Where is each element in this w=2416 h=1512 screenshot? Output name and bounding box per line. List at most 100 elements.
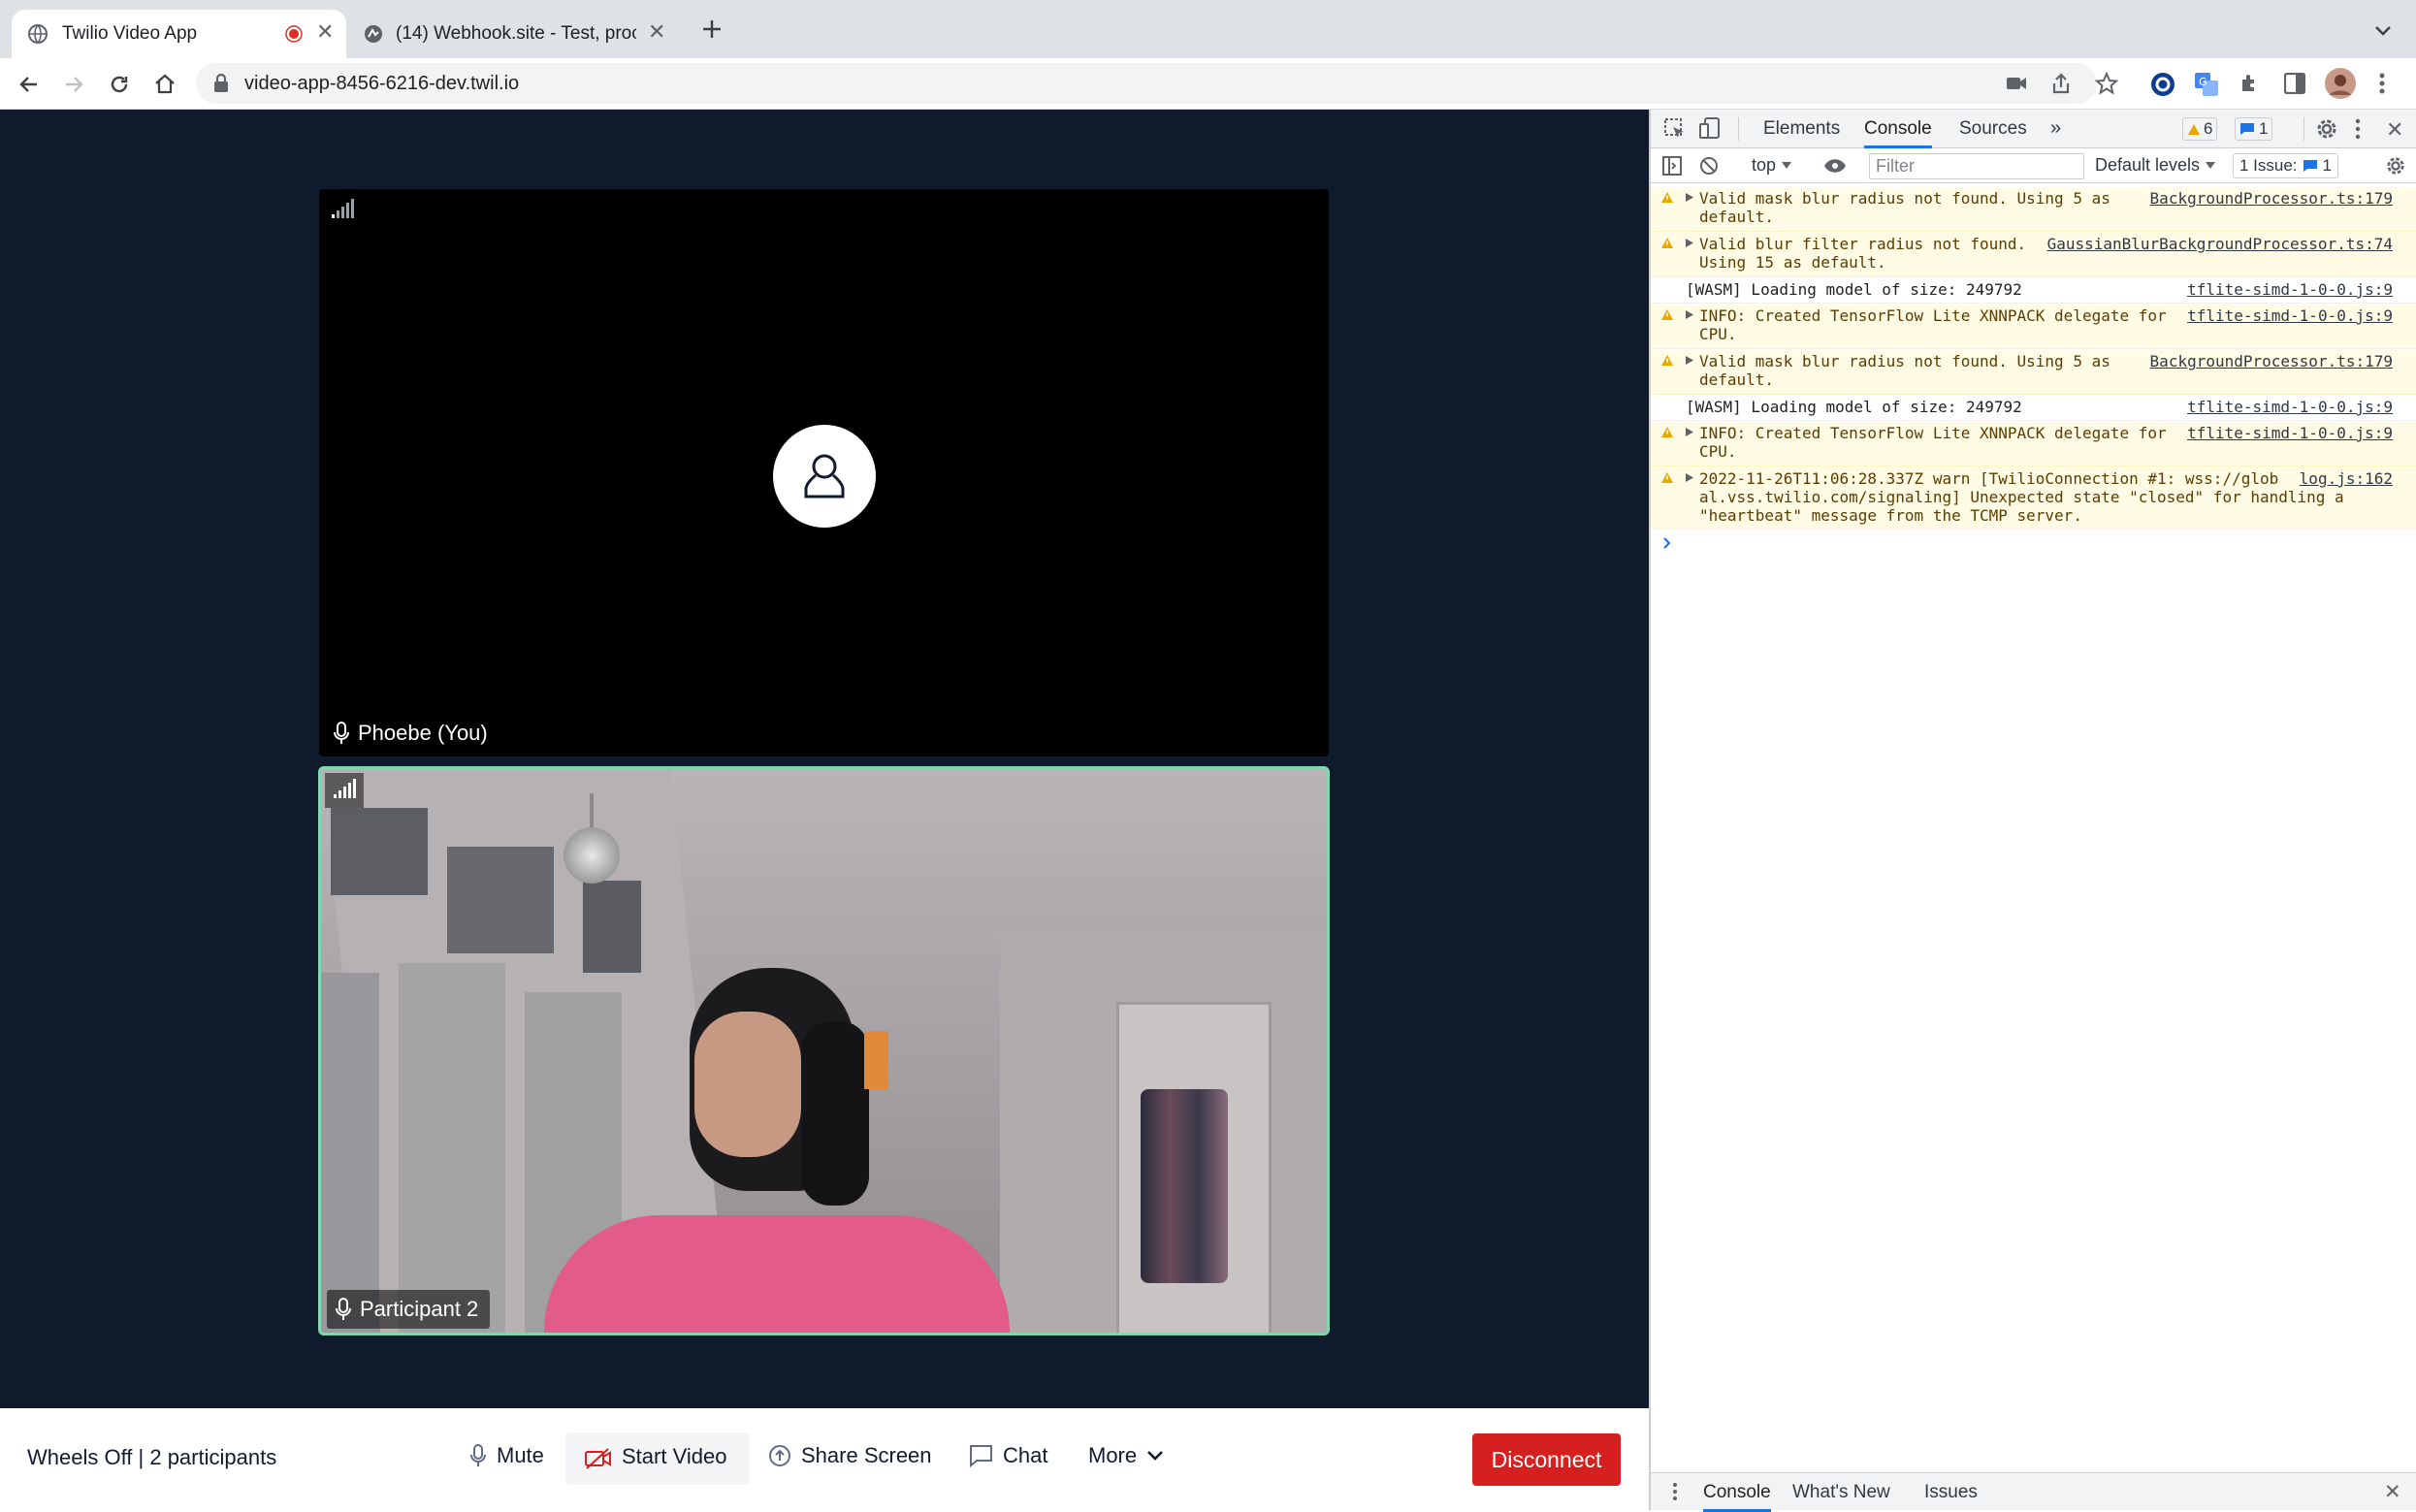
warnings-badge[interactable]: 6 [2182,117,2218,141]
console-message[interactable]: INFO: Created TensorFlow Lite XNNPACK de… [1651,422,2416,466]
warning-icon [1660,471,1674,484]
close-drawer-icon[interactable]: ✕ [2384,1480,2401,1504]
bookmark-star-icon[interactable] [2095,72,2118,95]
camera-in-use-icon[interactable] [2006,74,2027,93]
participant-tile-local[interactable]: Phoebe (You) [319,189,1329,756]
start-video-label: Start Video [622,1444,727,1468]
extensions-puzzle-icon[interactable] [2239,72,2262,95]
close-devtools-icon[interactable]: ✕ [2386,117,2403,143]
participant-name: Phoebe (You) [358,721,488,745]
home-icon[interactable] [153,73,177,96]
svg-text:G: G [2199,76,2207,88]
chat-button[interactable]: Chat [968,1443,1047,1468]
drawer-tab-console[interactable]: Console [1703,1482,1771,1512]
console-message[interactable]: Valid mask blur radius not found. Using … [1651,187,2416,232]
console-message[interactable]: 2022-11-26T11:06:28.337Z warn [TwilioCon… [1651,467,2416,530]
microphone-icon [469,1444,487,1467]
reload-icon[interactable] [108,73,131,96]
start-video-button[interactable]: Start Video [565,1432,750,1485]
more-button[interactable]: More [1088,1443,1164,1468]
microphone-icon [335,1298,352,1321]
mute-button[interactable]: Mute [469,1443,544,1468]
devtools-panel: Elements Console Sources » 6 1 ✕ top Fil… [1649,110,2416,1512]
participant-tile-remote[interactable]: Participant 2 [318,766,1330,1335]
drawer-menu-kebab-icon[interactable] [1672,1482,1678,1501]
expand-triangle-icon[interactable] [1686,428,1693,436]
forward-icon[interactable] [62,73,85,96]
avatar-placeholder [773,425,876,528]
participant-name-label: Participant 2 [327,1290,491,1329]
share-screen-button[interactable]: Share Screen [768,1443,932,1468]
drawer-tab-whats-new[interactable]: What's New [1792,1482,1890,1503]
console-message[interactable]: [WASM] Loading model of size: 249792 tfl… [1651,278,2416,304]
participant-name-label: Phoebe (You) [325,714,499,753]
issues-button[interactable]: 1 Issue: 1 [2233,153,2339,178]
console-message[interactable]: [WASM] Loading model of size: 249792 tfl… [1651,396,2416,421]
more-tabs-icon[interactable]: » [2050,117,2061,140]
share-screen-icon [768,1444,791,1467]
expand-triangle-icon[interactable] [1686,473,1693,482]
live-expression-eye-icon[interactable] [1823,158,1847,174]
new-tab-button[interactable] [700,17,724,41]
tab-sources[interactable]: Sources [1959,118,2027,140]
warning-icon [1660,426,1674,438]
log-levels-select[interactable]: Default levels [2095,155,2216,176]
devtools-menu-kebab-icon[interactable] [2355,118,2361,140]
browser-tab-twilio[interactable]: Twilio Video App ✕ [12,10,346,58]
expand-triangle-icon[interactable] [1686,356,1693,365]
share-icon[interactable] [2050,72,2072,95]
console-settings-gear-icon[interactable] [2386,156,2405,176]
message-source-link[interactable]: BackgroundProcessor.ts:179 [2150,352,2393,370]
translate-extension-icon[interactable]: G [2194,72,2219,97]
browser-toolbar: video-app-8456-6216-dev.twil.io G [0,58,2416,110]
console-toolbar: top Filter Default levels 1 Issue: 1 [1651,148,2416,183]
side-panel-icon[interactable] [2284,73,2305,94]
control-bar: Wheels Off | 2 participants Mute Start V… [0,1408,1649,1510]
console-message[interactable]: Valid blur filter radius not found. Usin… [1651,233,2416,277]
settings-gear-icon[interactable] [2316,118,2337,140]
inspect-element-icon[interactable] [1664,118,1686,140]
expand-triangle-icon[interactable] [1686,193,1693,202]
clear-console-icon[interactable] [1699,156,1719,176]
warnings-count: 6 [2204,119,2213,138]
tab-search-chevron-icon[interactable] [2374,25,2392,37]
messages-badge[interactable]: 1 [2235,117,2273,141]
drawer-tab-issues[interactable]: Issues [1924,1482,1978,1503]
tab-console[interactable]: Console [1864,118,1932,148]
profile-avatar[interactable] [2325,68,2356,99]
message-source-link[interactable]: tflite-simd-1-0-0.js:9 [2187,280,2393,299]
console-filter-input[interactable]: Filter [1869,153,2084,179]
message-source-link[interactable]: tflite-simd-1-0-0.js:9 [2187,398,2393,416]
disconnect-button[interactable]: Disconnect [1472,1433,1621,1486]
context-label: top [1752,155,1777,175]
console-message[interactable]: Valid mask blur radius not found. Using … [1651,350,2416,395]
log-levels-label: Default levels [2095,155,2201,175]
console-message[interactable]: INFO: Created TensorFlow Lite XNNPACK de… [1651,305,2416,349]
warning-icon [1660,237,1674,249]
message-source-link[interactable]: GaussianBlurBackgroundProcessor.ts:74 [2047,235,2393,253]
recording-indicator-icon [285,25,303,43]
person-icon [801,451,848,501]
message-source-link[interactable]: tflite-simd-1-0-0.js:9 [2187,306,2393,325]
sidebar-toggle-icon[interactable] [1662,156,1682,176]
message-source-link[interactable]: log.js:162 [2300,469,2393,488]
lock-icon[interactable] [213,74,229,93]
participant-video [321,769,1327,1333]
expand-triangle-icon[interactable] [1686,239,1693,247]
message-source-link[interactable]: BackgroundProcessor.ts:179 [2150,189,2393,208]
device-toolbar-icon[interactable] [1699,117,1721,141]
console-prompt-chevron-icon[interactable] [1662,536,1672,550]
browser-tab-webhook[interactable]: (14) Webhook.site - Test, proc ✕ [351,10,681,58]
extension-o-icon[interactable] [2150,72,2175,97]
chevron-down-icon [1146,1450,1164,1462]
close-tab-icon[interactable]: ✕ [316,19,334,45]
warning-icon [1660,354,1674,367]
expand-triangle-icon[interactable] [1686,310,1693,319]
address-bar[interactable]: video-app-8456-6216-dev.twil.io [196,63,2118,104]
close-tab-icon[interactable]: ✕ [648,19,665,45]
back-icon[interactable] [17,73,41,96]
context-select[interactable]: top [1752,155,1792,176]
message-source-link[interactable]: tflite-simd-1-0-0.js:9 [2187,424,2393,442]
browser-menu-kebab-icon[interactable] [2378,72,2386,95]
tab-elements[interactable]: Elements [1763,118,1840,140]
